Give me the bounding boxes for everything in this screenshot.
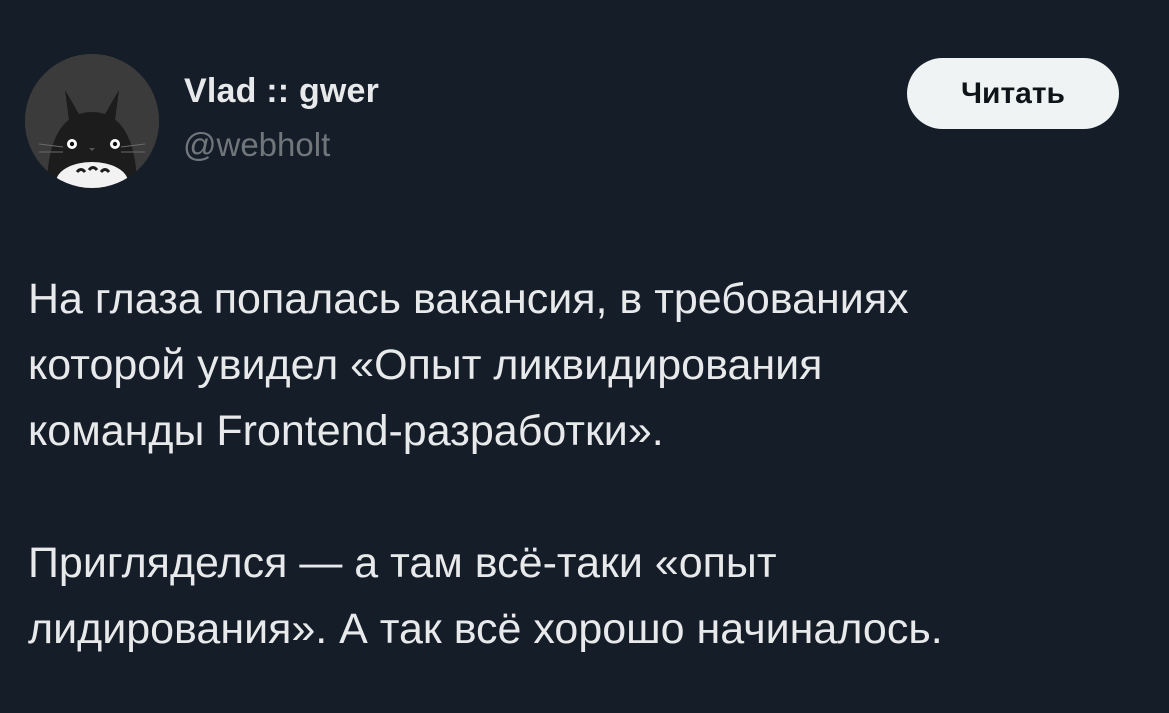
author-display-name[interactable]: Vlad :: gwer <box>184 72 379 111</box>
tweet-text-line: которой увидел «Опыт ликвидирования <box>28 341 823 389</box>
tweet-card: Vlad :: gwer @webholt Читать На глаза по… <box>0 0 1169 713</box>
tweet-text-line: На глаза попалась вакансия, в требования… <box>28 275 909 323</box>
totoro-avatar-icon[interactable] <box>25 54 159 188</box>
author-handle[interactable]: @webholt <box>183 126 330 164</box>
tweet-text: На глаза попалась вакансия, в требования… <box>28 266 1148 662</box>
tweet-text-line: Пригляделся — а там всё-таки «опыт <box>28 539 777 587</box>
tweet-text-line: команды Frontend-разработки». <box>28 407 664 455</box>
follow-button[interactable]: Читать <box>907 58 1119 129</box>
tweet-text-line: лидирования». А так всё хорошо начиналос… <box>28 605 943 653</box>
